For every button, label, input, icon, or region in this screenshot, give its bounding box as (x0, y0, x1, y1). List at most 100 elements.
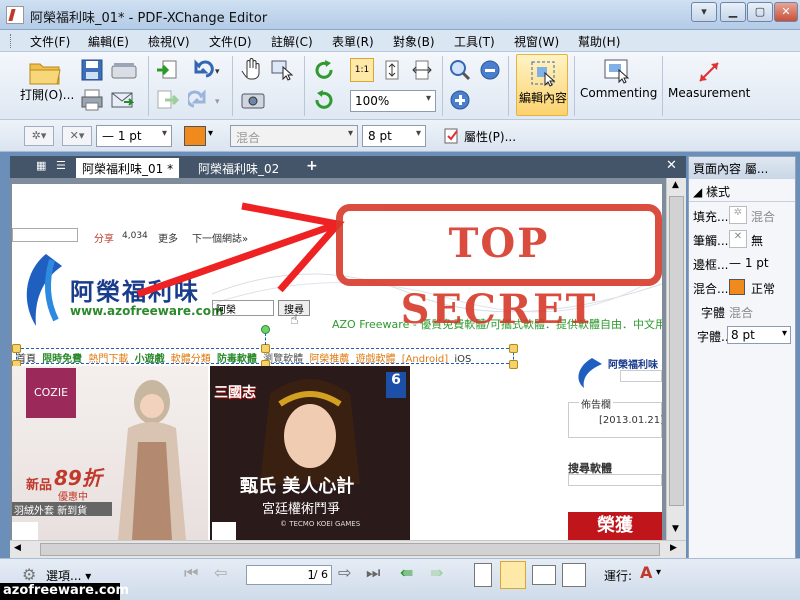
selection-handle[interactable] (509, 360, 518, 369)
help-button[interactable]: ▾ (691, 2, 717, 22)
scroll-left-icon[interactable]: ◀ (14, 543, 21, 553)
redo-icon[interactable]: ▾ (188, 88, 224, 112)
menu-view[interactable]: 檢視(V) (148, 33, 190, 50)
forward-view-icon[interactable]: ⇛ (430, 563, 443, 582)
commenting-icon[interactable] (602, 58, 632, 86)
close-tab-icon[interactable]: ✕ (666, 158, 677, 173)
panel-row-font[interactable]: 字體 混合 (689, 299, 795, 323)
menu-form[interactable]: 表單(R) (332, 33, 374, 50)
red-arrow-annotation[interactable] (132, 198, 352, 308)
facing-page-icon[interactable] (532, 565, 556, 585)
save-icon[interactable] (80, 58, 104, 82)
back-view-icon[interactable]: ⇚ (400, 563, 413, 582)
select-text-icon[interactable] (270, 58, 294, 82)
continuous-facing-icon[interactable] (562, 563, 586, 587)
color-dropdown-icon[interactable]: ▾ (208, 128, 213, 139)
panel-row-stroke[interactable]: 筆觸... ✕ 無 (689, 227, 795, 251)
close-button[interactable]: ✕ (774, 2, 798, 22)
next-page-icon[interactable]: ⇨ (338, 563, 351, 582)
blog-search-field[interactable] (12, 228, 78, 242)
tab-list-icon[interactable]: ▦ (36, 159, 46, 172)
maximize-button[interactable]: ▢ (747, 2, 773, 22)
notice-date[interactable]: [2013.01.21] (599, 415, 662, 426)
search-software-field[interactable] (568, 474, 662, 486)
first-page-icon[interactable]: ⏮ (184, 563, 198, 583)
menu-document[interactable]: 文件(D) (209, 33, 252, 50)
snapshot-icon[interactable] (240, 88, 266, 112)
edit-content-button[interactable]: 編輯內容 (516, 54, 568, 116)
menu-edit[interactable]: 編輯(E) (88, 33, 129, 50)
rotate-cw-icon[interactable] (312, 58, 336, 82)
measurement-label[interactable]: Measurement (668, 86, 750, 100)
menu-help[interactable]: 幫助(H) (578, 33, 620, 50)
zoom-select[interactable]: 100% (350, 90, 436, 112)
selection-handle[interactable] (12, 344, 21, 353)
measurement-icon[interactable] (695, 58, 723, 86)
menu-tools[interactable]: 工具(T) (454, 33, 495, 50)
tab-document-2[interactable]: 阿榮福利味_02 (192, 158, 285, 178)
hand-tool-icon[interactable] (240, 58, 264, 82)
panel-row-fill[interactable]: 填充... ✲ 混合 (689, 203, 795, 227)
blend-mode-select[interactable]: 混合 (230, 125, 358, 147)
stroke-swatch-icon[interactable]: ✕ (729, 230, 747, 248)
top-secret-stamp[interactable]: TOP SECRET (336, 204, 662, 333)
run-dropdown-icon[interactable]: ▾ (656, 567, 661, 578)
undo-icon[interactable]: ▾ (188, 58, 224, 82)
single-page-icon[interactable] (474, 563, 492, 587)
options-button[interactable]: 選項... ▾ (46, 567, 91, 584)
panel-row-blend[interactable]: 混合... 正常 (689, 275, 795, 299)
game-ad[interactable]: 三國志 6 甄氏 美人心計 宮廷權術鬥爭 © TECMO KOEI GAMES (210, 366, 410, 540)
tab-menu-icon[interactable]: ☰ (56, 159, 66, 172)
panel-font-size-select[interactable]: 8 pt ▾ (727, 326, 791, 344)
properties-icon[interactable] (443, 127, 461, 145)
email-icon[interactable] (110, 88, 134, 112)
selection-handle[interactable] (509, 344, 518, 353)
minimize-button[interactable]: ▁ (720, 2, 746, 22)
zoom-in-tool-icon[interactable] (448, 58, 472, 82)
fashion-ad[interactable]: COZIE 新品 89折 優惠中 羽絨外套 新到貨 (12, 366, 208, 540)
scroll-up-icon[interactable]: ▲ (672, 180, 679, 190)
page-number-input[interactable]: 1 / 6 (246, 565, 332, 585)
adobe-acrobat-icon[interactable]: A (640, 563, 652, 582)
line-width-select[interactable]: — 1 pt (96, 125, 172, 147)
properties-label[interactable]: 屬性(P)... (464, 128, 516, 145)
horizontal-scroll-thumb[interactable] (40, 543, 660, 556)
menu-file[interactable]: 文件(F) (30, 33, 70, 50)
tab-document-1[interactable]: 阿榮福利味_01 * (76, 158, 180, 178)
document-viewport[interactable]: 分享 4,034 更多 下一個網誌» 阿榮福利味 www.azofreeware… (10, 178, 686, 540)
vertical-scrollbar[interactable]: ▲ ▼ (666, 178, 686, 540)
fit-page-icon[interactable] (380, 58, 404, 82)
import-icon[interactable] (155, 58, 179, 82)
scroll-down-icon[interactable]: ▼ (672, 524, 679, 534)
selection-handle[interactable] (261, 344, 270, 353)
share-button[interactable]: 分享 (94, 230, 114, 245)
fill-color-button[interactable]: ✲▾ (24, 126, 54, 146)
last-page-icon[interactable]: ⏭ (366, 563, 380, 583)
export-icon[interactable] (155, 88, 179, 112)
print-icon[interactable] (80, 88, 104, 112)
commenting-label[interactable]: Commenting (580, 86, 657, 100)
zoom-in-icon[interactable] (448, 88, 472, 112)
gear-icon[interactable]: ⚙ (22, 565, 36, 584)
scroll-right-icon[interactable]: ▶ (670, 543, 677, 553)
zoom-out-icon[interactable] (478, 58, 502, 82)
actual-size-button[interactable]: 1:1 (350, 58, 374, 82)
rotate-handle[interactable] (261, 325, 270, 334)
panel-row-font-size[interactable]: 字體... 8 pt ▾ (689, 323, 795, 347)
menu-window[interactable]: 視窗(W) (514, 33, 559, 50)
scanner-icon[interactable] (110, 58, 140, 82)
open-label[interactable]: 打開(O)... (20, 86, 74, 103)
pdf-page[interactable]: 分享 4,034 更多 下一個網誌» 阿榮福利味 www.azofreeware… (12, 184, 662, 540)
fit-width-icon[interactable] (410, 58, 434, 82)
prev-page-icon[interactable]: ⇦ (214, 563, 227, 582)
continuous-page-icon[interactable] (500, 561, 526, 589)
open-folder-icon[interactable] (28, 58, 62, 86)
vertical-scroll-thumb[interactable] (669, 196, 684, 506)
side-search-field[interactable] (620, 370, 662, 382)
border-color-swatch[interactable] (729, 279, 745, 295)
horizontal-scrollbar[interactable]: ◀ ▶ (10, 540, 686, 558)
panel-row-border[interactable]: 邊框... — 1 pt (689, 251, 795, 275)
side-banner[interactable]: 榮獲 (568, 512, 662, 540)
panel-section-style[interactable]: ◢ 樣式 (693, 183, 730, 200)
menu-comment[interactable]: 註解(C) (271, 33, 313, 50)
